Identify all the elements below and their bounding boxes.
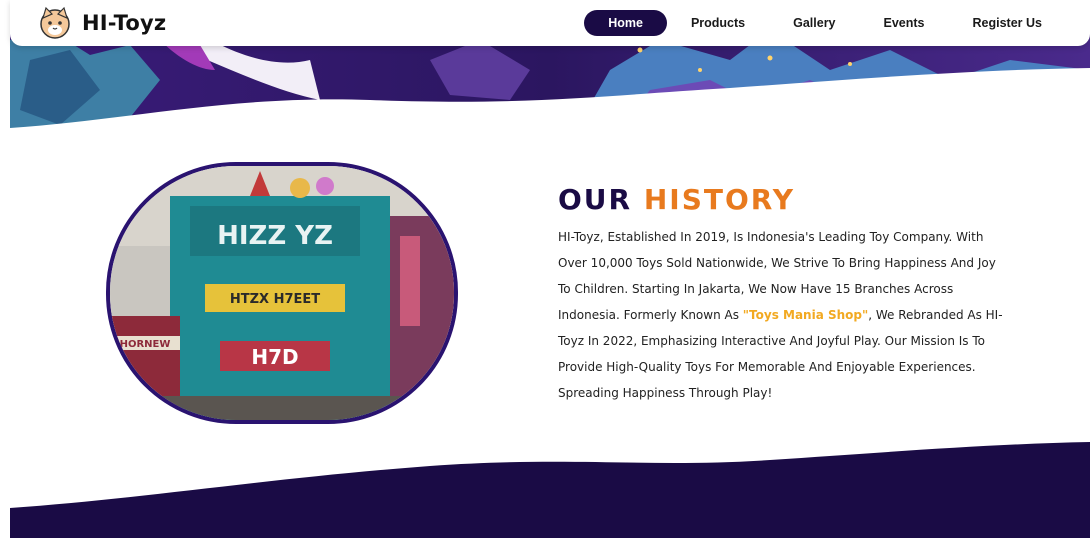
- history-paragraph: HI-Toyz, Established In 2019, Is Indones…: [558, 224, 1008, 406]
- nav-register-us[interactable]: Register Us: [949, 10, 1066, 36]
- store-sign-side: HORNEW: [120, 339, 171, 350]
- cat-face-icon: [40, 6, 70, 39]
- store-photo: HIZZ YZ HTZX H7EET H7D HORNEW: [106, 162, 458, 424]
- store-sign-lower: H7D: [251, 345, 298, 369]
- former-name-highlight: "Toys Mania Shop": [742, 308, 869, 322]
- brand-name: HI-Toyz: [82, 11, 167, 35]
- nav-home[interactable]: Home: [584, 10, 667, 36]
- brand[interactable]: HI-Toyz: [38, 6, 166, 40]
- history-title: OUR HISTORY: [558, 183, 795, 216]
- store-sign-main: HIZZ YZ: [217, 221, 333, 251]
- history-title-our: OUR: [558, 183, 633, 216]
- nav-products[interactable]: Products: [667, 10, 769, 36]
- nav-gallery[interactable]: Gallery: [769, 10, 859, 36]
- history-title-history: HISTORY: [643, 183, 796, 216]
- main-nav: Home Products Gallery Events Register Us: [584, 10, 1066, 36]
- footer-wave: [10, 442, 1090, 538]
- navbar: HI-Toyz Home Products Gallery Events Reg…: [10, 0, 1090, 46]
- nav-events[interactable]: Events: [860, 10, 949, 36]
- toy-store-illustration: HIZZ YZ HTZX H7EET H7D HORNEW: [110, 166, 454, 420]
- store-sign-banner: HTZX H7EET: [230, 292, 320, 307]
